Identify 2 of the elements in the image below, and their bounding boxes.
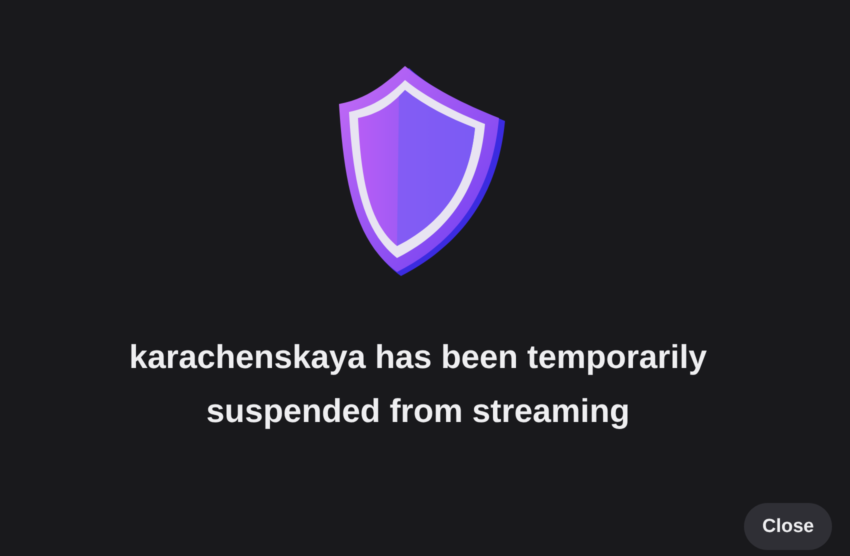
close-button[interactable]: Close <box>744 503 832 550</box>
suspension-message: karachenskaya has been temporarily suspended from streaming <box>128 337 708 431</box>
